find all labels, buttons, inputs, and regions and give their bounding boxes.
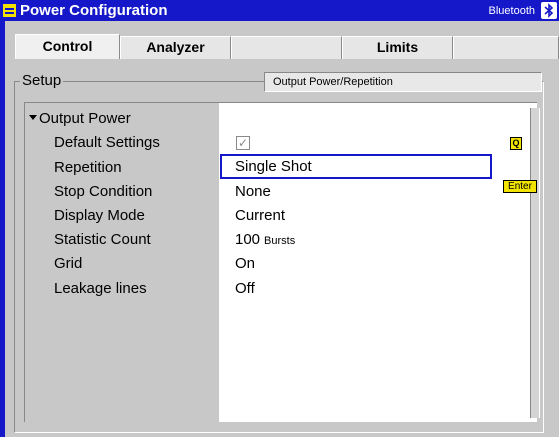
leakage-lines-value[interactable]: Off (235, 280, 255, 298)
display-mode-value[interactable]: Current (235, 207, 285, 225)
title-bar: Power Configuration Bluetooth (0, 0, 559, 21)
bluetooth-icon (541, 2, 557, 19)
stop-condition-value[interactable]: None (235, 183, 271, 201)
enter-badge: Enter (503, 180, 537, 193)
group-output-power[interactable]: Output Power (29, 110, 131, 127)
q-badge: Q (510, 137, 522, 150)
tab-analyzer[interactable]: Analyzer (120, 36, 231, 59)
param-label-default-settings: Default Settings (54, 134, 160, 151)
group-title-text: Output Power (39, 110, 131, 127)
value-panel (219, 102, 537, 422)
repetition-value: Single Shot (235, 158, 312, 175)
param-label-display-mode: Display Mode (54, 207, 145, 224)
tab-empty-3[interactable] (231, 36, 342, 59)
setup-label: Setup (20, 72, 64, 89)
statistic-count-unit: Bursts (264, 235, 296, 247)
param-label-stop-condition: Stop Condition (54, 183, 153, 200)
statistic-count-field[interactable]: 100 Bursts (235, 231, 295, 250)
section-header: Output Power/Repetition (264, 72, 542, 92)
param-label-leakage-lines: Leakage lines (54, 280, 147, 297)
expand-triangle-icon[interactable] (29, 114, 37, 120)
tab-limits[interactable]: Limits (342, 36, 453, 59)
param-label-repetition: Repetition (54, 159, 122, 176)
window-title: Power Configuration (20, 2, 168, 19)
param-label-grid: Grid (54, 255, 83, 272)
scrollbar[interactable] (530, 108, 540, 418)
window-menu-icon[interactable] (3, 4, 16, 17)
repetition-edit-field[interactable]: Single Shot (220, 154, 492, 179)
default-settings-checkbox[interactable]: ✓ (236, 136, 250, 150)
param-label-statistic-count: Statistic Count (54, 231, 151, 248)
grid-value[interactable]: On (235, 255, 255, 273)
standard-label: Bluetooth (488, 5, 535, 17)
statistic-count-value: 100 (235, 231, 261, 248)
tab-bar: Control Analyzer Limits (5, 21, 559, 59)
tab-empty-5[interactable] (453, 36, 559, 59)
tab-control[interactable]: Control (15, 34, 120, 59)
